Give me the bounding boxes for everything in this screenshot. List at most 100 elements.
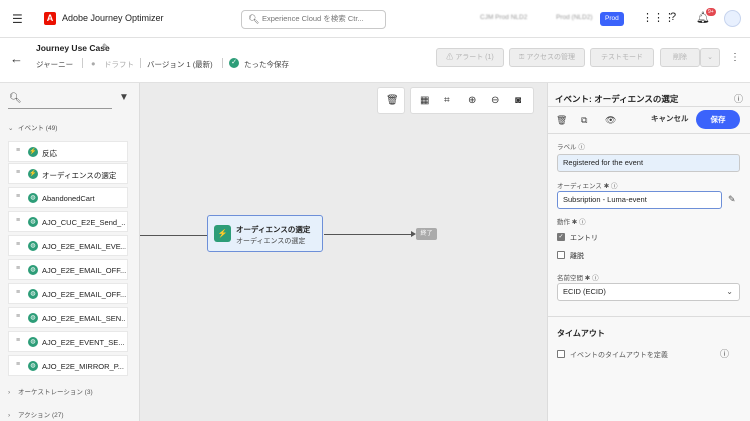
drag-handle-icon[interactable]: ≡ bbox=[16, 169, 20, 176]
section-orchestration-label: オーケストレーション (3) bbox=[18, 389, 93, 396]
drag-handle-icon[interactable]: ≡ bbox=[16, 193, 20, 200]
section-events[interactable]: ⌄ イベント (49) bbox=[8, 122, 57, 132]
more-actions-chevron-icon[interactable]: ⌄ bbox=[700, 48, 720, 67]
filter-icon[interactable]: ▼ bbox=[119, 92, 129, 103]
canvas-toolbar: ▦ ⌗ ⊕ ⊖ ◙ bbox=[410, 87, 534, 114]
section-orchestration[interactable]: › オーケストレーション (3) bbox=[8, 386, 93, 396]
global-search-input[interactable] bbox=[262, 14, 382, 23]
event-icon: ⚡ bbox=[28, 169, 38, 179]
trash-icon[interactable]: 🗑︎ bbox=[556, 115, 567, 126]
timeout-checkbox[interactable] bbox=[557, 350, 565, 358]
fit-to-screen-icon[interactable]: ⌗ bbox=[444, 95, 450, 106]
info-icon[interactable]: ⓘ bbox=[578, 144, 585, 151]
manage-access-button[interactable]: ⚿ アクセスの管理 bbox=[509, 48, 585, 67]
list-item[interactable]: ≡ ◍ AJO_E2E_EMAIL_SEN... bbox=[8, 307, 128, 328]
chevron-down-icon: ⌄ bbox=[8, 125, 14, 132]
trash-icon[interactable]: 🗑︎ bbox=[386, 95, 399, 106]
saved-check-icon: ✓ bbox=[229, 58, 239, 68]
activity-palette: 🔍︎ ▼ ⌄ イベント (49) ≡ ⚡ 反応 ≡ ⚡ オーディエンスの選定 ≡ ◍ Aban… bbox=[0, 83, 140, 421]
preview-eye-icon[interactable]: 👁︎ bbox=[605, 115, 616, 126]
list-item[interactable]: ≡ ◍ AJO_E2E_EMAIL_EVE... bbox=[8, 235, 128, 256]
drag-handle-icon[interactable]: ≡ bbox=[16, 147, 20, 154]
list-item[interactable]: ≡ ⚡ オーディエンスの選定 bbox=[8, 163, 128, 184]
list-item[interactable]: ≡ ◍ AJO_E2E_EMAIL_OFF... bbox=[8, 259, 128, 280]
entry-checkbox[interactable]: ✓ bbox=[557, 233, 565, 241]
edit-title-pencil-icon[interactable]: ✎ bbox=[102, 42, 110, 53]
info-icon[interactable]: ⓘ bbox=[734, 92, 743, 105]
palette-search-input[interactable]: 🔍︎ bbox=[8, 91, 112, 109]
journey-status: ドラフト bbox=[104, 60, 134, 69]
info-icon[interactable]: ⓘ bbox=[611, 183, 618, 190]
org-name[interactable]: CJM Prod NLD2 bbox=[480, 14, 527, 21]
label-caption-text: ラベル bbox=[557, 144, 577, 151]
audience-field-caption: オーディエンス ✱ ⓘ bbox=[557, 183, 618, 190]
behavior-caption-text: 動作 bbox=[557, 219, 570, 226]
list-item[interactable]: ≡ ◍ AJO_E2E_EMAIL_OFF... bbox=[8, 283, 128, 304]
entry-label: エントリ bbox=[570, 235, 598, 242]
screenshot-camera-icon[interactable]: ◙ bbox=[515, 95, 521, 106]
label-field[interactable]: Registered for the event bbox=[557, 154, 740, 172]
grid-icon[interactable]: ▦ bbox=[420, 95, 429, 106]
delete-button[interactable]: 削除 bbox=[660, 48, 700, 67]
notification-count-badge: 9+ bbox=[706, 8, 716, 16]
audience-qualification-node[interactable]: ⚡ オーディエンスの選定 オーディエンスの選定 bbox=[207, 215, 323, 252]
drag-handle-icon[interactable]: ≡ bbox=[16, 241, 20, 248]
save-button[interactable]: 保存 bbox=[696, 110, 740, 129]
info-icon[interactable]: ⓘ bbox=[720, 347, 729, 360]
exit-label: 離脱 bbox=[570, 253, 584, 260]
test-mode-button[interactable]: テストモード bbox=[590, 48, 654, 67]
cancel-button[interactable]: キャンセル bbox=[651, 113, 689, 124]
namespace-caption: 名前空間 ✱ ⓘ bbox=[557, 275, 599, 282]
back-arrow-icon[interactable]: ← bbox=[10, 51, 23, 66]
namespace-select[interactable]: ECID (ECID) ⌄ bbox=[557, 283, 740, 301]
help-icon[interactable]: ? bbox=[670, 11, 676, 23]
drag-handle-icon[interactable]: ≡ bbox=[16, 361, 20, 368]
info-icon[interactable]: ⓘ bbox=[579, 219, 586, 226]
connector-line bbox=[140, 235, 207, 236]
zoom-in-icon[interactable]: ⊕ bbox=[468, 95, 476, 106]
sandbox-name[interactable]: Prod (NLD2) bbox=[556, 14, 592, 21]
item-label: AJO_E2E_MIRROR_P... bbox=[42, 362, 124, 371]
divider bbox=[548, 133, 750, 134]
app-name[interactable]: Adobe Journey Optimizer bbox=[62, 13, 164, 23]
namespace-value: ECID (ECID) bbox=[563, 287, 606, 296]
section-actions[interactable]: › アクション (27) bbox=[8, 409, 64, 419]
info-icon[interactable]: ⓘ bbox=[592, 275, 599, 282]
list-item[interactable]: ≡ ◍ AJO_E2E_EVENT_SE... bbox=[8, 331, 128, 352]
drag-handle-icon[interactable]: ≡ bbox=[16, 289, 20, 296]
divider bbox=[140, 58, 141, 68]
canvas-delete-tool[interactable]: 🗑︎ bbox=[377, 87, 405, 114]
adobe-logo-icon[interactable]: A bbox=[44, 12, 56, 25]
drag-handle-icon[interactable]: ≡ bbox=[16, 337, 20, 344]
drag-handle-icon[interactable]: ≡ bbox=[16, 265, 20, 272]
drag-handle-icon[interactable]: ≡ bbox=[16, 217, 20, 224]
chevron-down-icon: ⌄ bbox=[726, 287, 733, 296]
edit-pencil-icon[interactable]: ✎ bbox=[728, 194, 736, 205]
divider bbox=[222, 58, 223, 68]
list-item[interactable]: ≡ ◍ AbandonedCart bbox=[8, 187, 128, 208]
zoom-out-icon[interactable]: ⊖ bbox=[491, 95, 499, 106]
search-icon: 🔍︎ bbox=[248, 14, 260, 24]
status-dot-icon: ● bbox=[91, 59, 96, 68]
duplicate-icon[interactable]: ⧉ bbox=[581, 115, 587, 126]
list-item[interactable]: ≡ ◍ AJO_E2E_MIRROR_P... bbox=[8, 355, 128, 376]
user-avatar[interactable] bbox=[724, 10, 741, 27]
journey-canvas[interactable]: 🗑︎ ▦ ⌗ ⊕ ⊖ ◙ ⚡ オーディエンスの選定 オーディエンスの選定 終了 bbox=[140, 83, 547, 421]
environment-badge[interactable]: Prod bbox=[600, 12, 624, 26]
audience-field[interactable]: Subsription - Luma-event bbox=[557, 191, 722, 209]
more-options-icon[interactable]: ⋮ bbox=[730, 52, 740, 63]
end-node[interactable]: 終了 bbox=[416, 228, 437, 240]
warning-icon: ⚠ bbox=[446, 54, 456, 61]
global-search[interactable]: 🔍︎ bbox=[241, 10, 386, 29]
list-item[interactable]: ≡ ⚡ 反応 bbox=[8, 141, 128, 162]
divider bbox=[548, 106, 750, 107]
hamburger-menu-icon[interactable]: ☰ bbox=[12, 12, 23, 26]
list-item[interactable]: ≡ ◍ AJO_CUC_E2E_Send_... bbox=[8, 211, 128, 232]
alerts-button[interactable]: ⚠ アラート (1) bbox=[436, 48, 504, 67]
journey-version[interactable]: バージョン 1 (最新) bbox=[147, 59, 213, 70]
exit-checkbox[interactable] bbox=[557, 251, 565, 259]
audience-caption-text: オーディエンス bbox=[557, 183, 602, 190]
section-actions-label: アクション (27) bbox=[18, 412, 64, 419]
top-bar: ☰ A Adobe Journey Optimizer 🔍︎ CJM Prod … bbox=[0, 0, 750, 38]
drag-handle-icon[interactable]: ≡ bbox=[16, 313, 20, 320]
